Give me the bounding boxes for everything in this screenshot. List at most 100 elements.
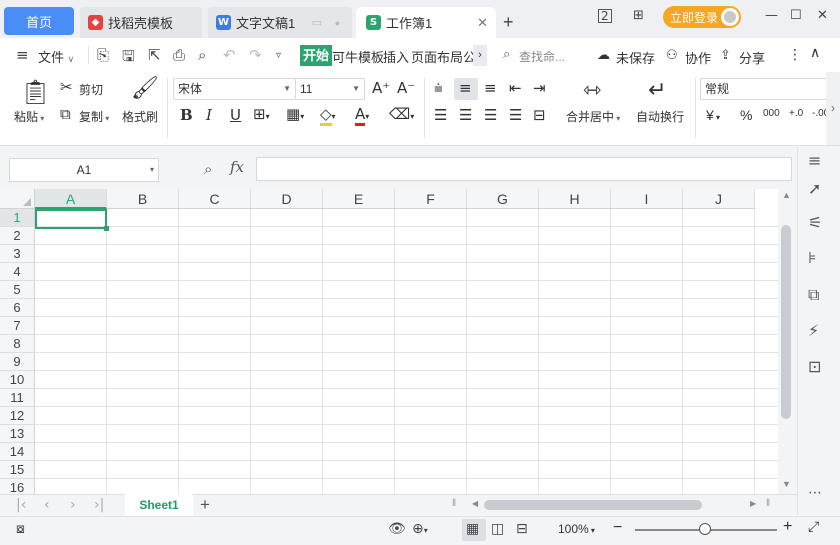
column-header[interactable]: G [467,189,539,209]
copy-button[interactable]: 复制 ▾ [79,108,109,125]
select-cursor-icon[interactable]: ➚ [808,179,821,198]
export-icon[interactable]: ⇱ [148,46,161,64]
tab-doc[interactable]: W 文字文稿1 ▭ ● [208,7,352,38]
align-left-icon[interactable]: ☰ [434,106,447,124]
undo-icon[interactable]: ↶ [223,46,236,64]
row-header[interactable]: 9 [0,353,35,371]
merge-center-button[interactable]: 合并居中 ▾ [566,108,620,125]
ribbon-scroll-right-icon[interactable]: › [826,72,840,145]
scroll-right-icon[interactable]: ▶ [750,499,756,508]
vertical-scroll-thumb[interactable] [781,225,791,419]
tab-template[interactable]: ◆ 找稻壳模板 [80,7,202,38]
wrap-text-button[interactable]: 自动换行 [636,108,684,125]
percent-button[interactable]: % [740,107,752,123]
cut-button[interactable]: 剪切 [79,81,103,98]
unsaved-status[interactable]: 未保存 [616,48,655,67]
formula-input[interactable] [256,157,792,181]
collab-button[interactable]: 协作 [685,48,711,67]
page-layout-view-icon[interactable]: ⊟ [516,521,528,537]
row-header[interactable]: 12 [0,407,35,425]
property-sliders-icon[interactable]: ⚟ [808,213,822,232]
fill-color-icon[interactable]: ◇▾ [320,105,336,126]
view-mode-icon[interactable]: ⊕▾ [412,521,428,537]
new-tab-button[interactable]: + [503,7,514,38]
next-sheet-icon[interactable]: › [70,497,76,513]
tab-start[interactable]: 开始 [300,45,333,66]
zoom-out-button[interactable]: − [613,519,622,537]
select-all-corner[interactable] [0,189,35,209]
last-sheet-icon[interactable]: ›| [94,497,104,513]
row-header[interactable]: 6 [0,299,35,317]
row-header[interactable]: 1 [0,209,35,227]
close-window-icon[interactable]: ✕ [817,8,828,23]
horizontal-scroll-thumb[interactable] [484,500,702,510]
paste-button[interactable]: 粘贴 ▾ [14,108,44,125]
currency-button[interactable]: ¥ ▾ [706,107,720,123]
add-sheet-button[interactable]: + [200,495,210,515]
hamburger-icon[interactable]: ≡ [16,46,29,64]
prev-sheet-icon[interactable]: ‹ [44,497,50,513]
number-format-select[interactable]: 常规 [700,78,828,100]
normal-view-icon[interactable]: ▦ [466,521,479,537]
row-header[interactable]: 11 [0,389,35,407]
vertical-scrollbar[interactable]: ▲ ▼ [778,189,796,494]
selected-cell[interactable] [35,209,107,229]
clear-format-icon[interactable]: ⌫▾ [389,105,414,123]
scroll-left-icon[interactable]: ◀ [472,499,478,508]
reading-mode-icon[interactable]: ⊡ [808,357,821,376]
quick-tools-icon[interactable]: ⚡ [808,321,819,340]
font-size-select[interactable]: 11 ▼ [295,78,365,100]
maximize-icon[interactable]: ☐ [790,8,802,23]
more-icon[interactable]: ⋮ [788,46,802,63]
minimize-icon[interactable]: — [765,8,778,23]
column-header[interactable]: E [323,189,395,209]
align-middle-icon[interactable]: ≡ [459,79,472,97]
tab-sheet[interactable]: S 工作簿1 ✕ [356,7,496,38]
sheet-tab-sheet1[interactable]: Sheet1 [125,494,193,516]
format-icon[interactable]: ⊧ [808,248,816,267]
spreadsheet-grid[interactable]: ABCDEFGHIJ 1 2 3 4 5 6 7 8 9 10 11 12 13 14 15 16 [0,189,778,494]
fullscreen-icon[interactable]: ⤢ [808,519,819,535]
align-right-icon[interactable]: ☰ [484,106,497,124]
page-break-view-icon[interactable]: ◫ [491,521,504,537]
split-handle-right-icon[interactable]: ‖ [766,498,770,509]
column-header[interactable]: F [395,189,467,209]
format-painter-button[interactable]: 格式刷 [122,108,158,125]
increase-font-icon[interactable]: A⁺ [372,79,390,97]
wrap-text-icon[interactable]: ↵ [648,78,666,103]
menu-scroll-right-icon[interactable]: › [473,45,487,66]
bold-icon[interactable]: B [180,106,193,124]
thousands-button[interactable]: 000 [763,108,780,119]
zoom-slider-thumb[interactable] [698,523,711,535]
fill-handle[interactable] [104,226,109,231]
row-header[interactable]: 15 [0,461,35,479]
print-preview-icon[interactable]: ⌕ [198,46,206,64]
scroll-down-icon[interactable]: ▼ [782,479,791,489]
redo-icon[interactable]: ↷ [249,46,262,64]
align-center-icon[interactable]: ☰ [459,106,472,124]
row-header[interactable]: 2 [0,227,35,245]
tab-home[interactable]: 首页 [4,7,74,35]
function-icon[interactable]: fx [230,158,244,176]
row-header[interactable]: 10 [0,371,35,389]
scroll-up-icon[interactable]: ▲ [782,190,791,200]
row-header[interactable]: 8 [0,335,35,353]
column-header[interactable]: C [179,189,251,209]
menu-page-layout[interactable]: 页面布局 [411,47,463,66]
login-button[interactable]: 立即登录 [663,6,741,28]
eye-protection-icon[interactable]: 👁︎ [388,521,406,537]
collapse-ribbon-icon[interactable]: ∧ [810,44,820,61]
save-icon[interactable]: 🖫 [122,46,135,71]
column-header[interactable]: H [539,189,611,209]
paste-icon[interactable]: 📋︎ [20,78,50,106]
row-header[interactable]: 14 [0,443,35,461]
border-icon[interactable]: ⊞▾ [253,105,270,123]
column-header[interactable]: D [251,189,323,209]
row-header[interactable]: 3 [0,245,35,263]
macro-record-icon[interactable]: ⧇ [16,521,25,537]
share-button[interactable]: 分享 [739,48,765,67]
name-box[interactable]: A1 ▾ [9,158,159,182]
first-sheet-icon[interactable]: |‹ [16,497,26,513]
zoom-search-icon[interactable]: ⌕ [204,160,212,178]
row-header[interactable]: 5 [0,281,35,299]
